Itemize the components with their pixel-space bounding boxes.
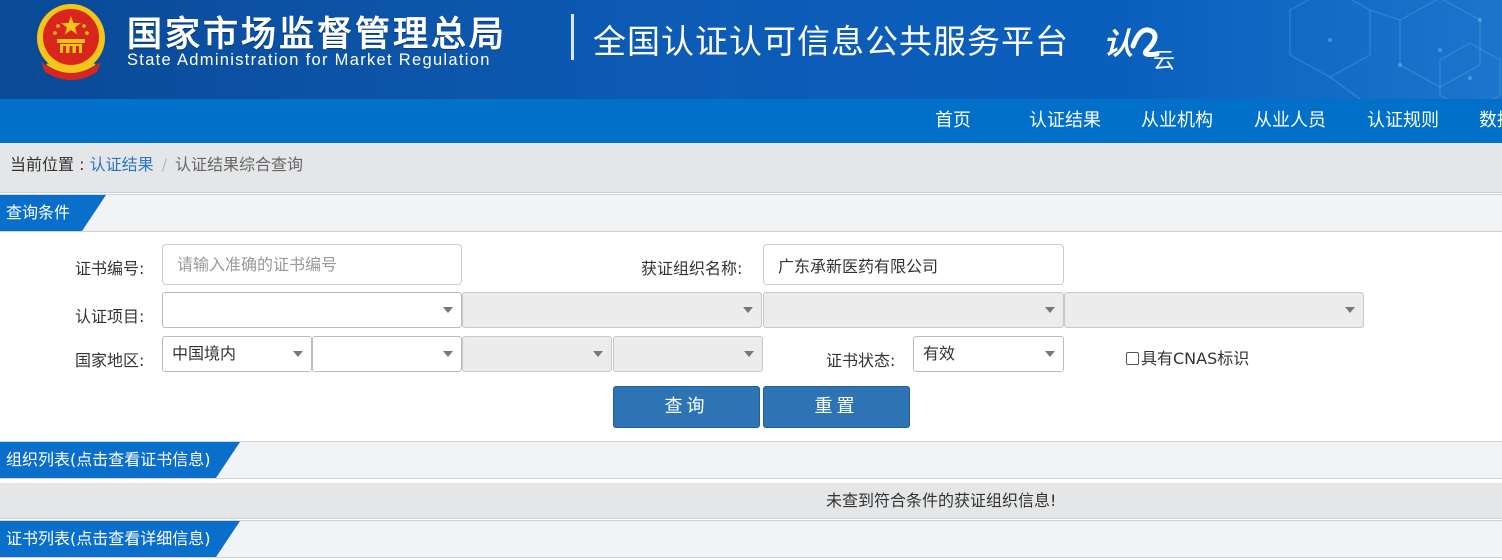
region-select-country[interactable]: 中国境内 xyxy=(162,336,312,372)
logo-char-2: 云 xyxy=(1153,49,1175,72)
org-name-input[interactable] xyxy=(763,244,1064,285)
site-header: 国家市场监督管理总局 State Administration for Mark… xyxy=(0,0,1502,99)
cert-project-select-1[interactable] xyxy=(162,292,462,328)
breadcrumb-link-cert-results[interactable]: 认证结果 xyxy=(90,155,154,174)
header-divider xyxy=(571,14,574,60)
org-list-section-title: 组织列表(点击查看证书信息) xyxy=(0,442,240,478)
national-emblem-icon xyxy=(37,4,105,80)
nav-item-rules[interactable]: 认证规则 xyxy=(1367,99,1439,143)
region-select-city[interactable] xyxy=(462,336,612,372)
reset-button[interactable]: 重置 xyxy=(763,386,910,428)
cert-no-input[interactable] xyxy=(162,244,462,285)
breadcrumb-separator: / xyxy=(161,155,167,174)
platform-title: 全国认证认可信息公共服务平台 xyxy=(593,22,1069,61)
cnas-checkbox[interactable] xyxy=(1126,352,1139,365)
cert-project-select-3[interactable] xyxy=(763,292,1064,328)
org-list-empty-state: 未查到符合条件的获证组织信息! xyxy=(0,483,1502,519)
logo-char-1: 认 xyxy=(1103,27,1133,62)
breadcrumb-current: 认证结果综合查询 xyxy=(174,155,303,174)
chevron-down-icon xyxy=(1345,307,1355,313)
cnas-checkbox-label: 具有CNAS标识 xyxy=(1141,349,1250,368)
platform-logo-icon: 认 云 xyxy=(1103,27,1175,72)
nav-item-data[interactable]: 数据 xyxy=(1479,99,1502,143)
nav-item-home[interactable]: 首页 xyxy=(935,99,971,143)
chevron-down-icon xyxy=(743,307,753,313)
chevron-down-icon xyxy=(443,307,453,313)
query-section-title: 查询条件 xyxy=(0,195,106,231)
region-select-district[interactable] xyxy=(613,336,763,372)
org-name-cn: 国家市场监督管理总局 xyxy=(127,15,508,55)
cert-status-select[interactable]: 有效 xyxy=(913,336,1064,372)
cert-list-section-title: 证书列表(点击查看详细信息) xyxy=(0,521,240,557)
region-label: 国家地区: xyxy=(75,351,145,370)
chevron-down-icon xyxy=(1045,307,1055,313)
nav-item-institutions[interactable]: 从业机构 xyxy=(1141,99,1213,143)
main-nav: 首页 认证结果 从业机构 从业人员 认证规则 数据 xyxy=(0,99,1502,143)
breadcrumb-label: 当前位置 : xyxy=(10,155,90,174)
cert-project-select-2[interactable] xyxy=(462,292,762,328)
cert-list-section-header: 证书列表(点击查看详细信息) xyxy=(0,520,1502,558)
cert-project-select-4[interactable] xyxy=(1064,292,1364,328)
nav-item-cert-results[interactable]: 认证结果 xyxy=(1029,99,1101,143)
cert-status-value: 有效 xyxy=(923,344,956,363)
org-name-en: State Administration for Market Regulati… xyxy=(127,51,491,69)
chevron-down-icon xyxy=(443,351,453,357)
chevron-down-icon xyxy=(593,351,603,357)
chevron-down-icon xyxy=(1045,351,1055,357)
chevron-down-icon xyxy=(293,351,303,357)
cert-project-label: 认证项目: xyxy=(75,307,145,326)
breadcrumb: 当前位置 : 认证结果 / 认证结果综合查询 xyxy=(0,143,1502,193)
cert-no-label: 证书编号: xyxy=(75,259,145,278)
nav-item-personnel[interactable]: 从业人员 xyxy=(1254,99,1326,143)
region-select-province[interactable] xyxy=(312,336,462,372)
org-name-label: 获证组织名称: xyxy=(641,259,743,278)
region-select-country-value: 中国境内 xyxy=(172,344,237,363)
chevron-down-icon xyxy=(744,351,754,357)
search-button[interactable]: 查询 xyxy=(613,386,760,428)
org-list-empty-message: 未查到符合条件的获证组织信息! xyxy=(826,491,1057,510)
cert-status-label: 证书状态: xyxy=(826,351,896,370)
cnas-checkbox-wrap[interactable]: 具有CNAS标识 xyxy=(1126,345,1249,369)
org-list-section-header: 组织列表(点击查看证书信息) xyxy=(0,441,1502,479)
query-section-header: 查询条件 xyxy=(0,194,1502,232)
